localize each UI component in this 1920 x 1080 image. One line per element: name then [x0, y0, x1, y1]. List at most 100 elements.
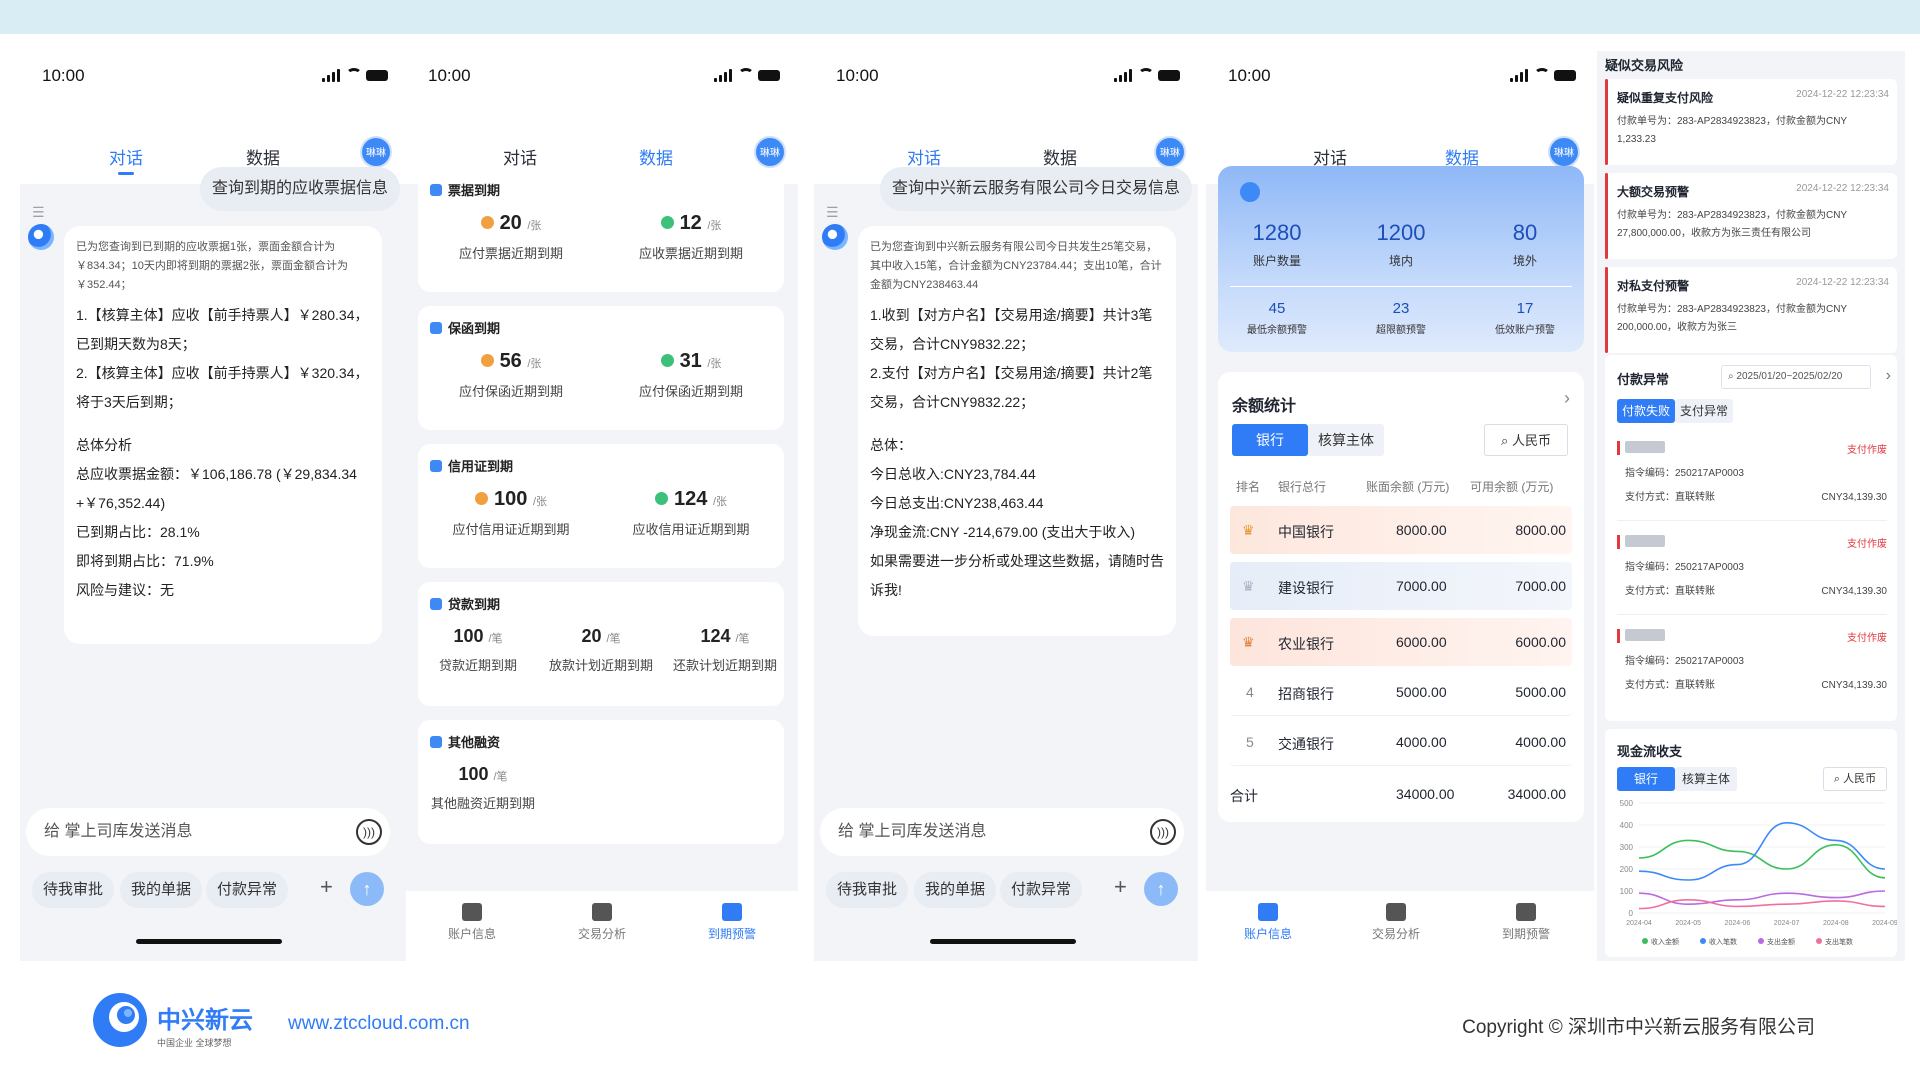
- account-overview-card[interactable]: 1280 账户数量 1200 境内 80 境外 45 最低余额预警 23 超限额预警 17…: [1218, 166, 1584, 352]
- tab-chat[interactable]: 对话: [490, 144, 550, 169]
- stat-item: 56 /张 应付保函近期到期: [426, 350, 596, 400]
- tab-bank[interactable]: 银行: [1617, 767, 1675, 791]
- risk-time: 2024-12-22 12:23:34: [1796, 277, 1889, 288]
- payment-item[interactable]: 支付作废 指令编码：250217AP0003 支付方式：直联转账 CNY34,1…: [1617, 435, 1887, 521]
- risk-marker: [1605, 79, 1608, 165]
- plus-icon[interactable]: +: [320, 874, 333, 900]
- nav-transaction-analysis[interactable]: 交易分析: [1356, 903, 1436, 942]
- message-input-placeholder: 给 掌上司库发送消息: [838, 823, 987, 840]
- chip-pending-approval[interactable]: 待我审批: [826, 872, 909, 908]
- tab-chat[interactable]: 对话: [894, 144, 954, 175]
- chevron-right-icon[interactable]: ›: [1886, 367, 1891, 385]
- payment-item[interactable]: 支付作废 指令编码：250217AP0003 支付方式：直联转账 CNY34,1…: [1617, 529, 1887, 615]
- cashflow-line-chart[interactable]: 500 400 300 200 100 0 2024-04 2024-05 2024-06 202…: [1605, 795, 1897, 955]
- seg-accounting-entity[interactable]: 核算主体: [1308, 424, 1384, 456]
- tab-data[interactable]: 数据: [626, 144, 686, 175]
- stat-unit: /张: [707, 358, 722, 370]
- payment-item[interactable]: 支付作废 指令编码：250217AP0003 支付方式：直联转账 CNY34,1…: [1617, 623, 1887, 709]
- stat-label: 最低余额预警: [1247, 325, 1307, 336]
- voice-icon[interactable]: ))): [356, 819, 382, 845]
- chip-my-documents[interactable]: 我的单据: [120, 872, 203, 908]
- y-tick-label: 300: [1620, 843, 1634, 852]
- tab-chat[interactable]: 对话: [96, 144, 156, 175]
- card-guarantee-maturity[interactable]: 保函到期 56 /张 应付保函近期到期 31 /张 应付保函近期到期: [418, 306, 784, 430]
- seg-bank[interactable]: 银行: [1232, 424, 1308, 456]
- message-input[interactable]: 给 掌上司库发送消息 ))): [820, 808, 1184, 856]
- plus-icon[interactable]: +: [1114, 874, 1127, 900]
- table-row[interactable]: ♛ 农业银行 6000.00 6000.00: [1230, 618, 1572, 666]
- card-title: 票据到期: [448, 183, 501, 198]
- risk-card[interactable]: 大额交易预警 2024-12-22 12:23:34 付款单号为：283-AP2…: [1605, 173, 1897, 259]
- avatar[interactable]: 琳琳: [1548, 136, 1580, 168]
- avatar[interactable]: 琳琳: [1154, 136, 1186, 168]
- chevron-right-icon[interactable]: ›: [1564, 388, 1570, 409]
- card-lc-maturity[interactable]: 信用证到期 100 /张 应付信用证近期到期 124 /张 应收信用证近期到期: [418, 444, 784, 568]
- chip-payment-exception[interactable]: 付款异常: [206, 872, 289, 908]
- risk-title: 大额交易预警: [1617, 185, 1690, 199]
- table-row[interactable]: ♛ 中国银行 8000.00 8000.00: [1230, 506, 1572, 554]
- status-bar: 10:00: [1206, 34, 1594, 114]
- message-input[interactable]: 给 掌上司库发送消息 ))): [26, 808, 390, 856]
- card-loan-maturity[interactable]: 贷款到期 100 /笔 贷款近期到期 20 /笔 放款计划近期到期 124 /笔…: [418, 582, 784, 706]
- home-indicator: [136, 939, 282, 944]
- reply-line: 总应收票据金额：￥106,186.78 (￥29,834.34: [76, 466, 357, 482]
- menu-icon[interactable]: ☰: [826, 204, 840, 221]
- send-button[interactable]: ↑: [1144, 872, 1178, 906]
- status-bar: 10:00: [814, 34, 1198, 114]
- voice-icon[interactable]: ))): [1150, 819, 1176, 845]
- stat-unit: /张: [527, 358, 542, 370]
- date-range-picker[interactable]: ⌕ 2025/01/20~2025/02/20: [1721, 365, 1871, 389]
- chip-my-documents[interactable]: 我的单据: [914, 872, 997, 908]
- cell-rank: 4: [1246, 684, 1254, 700]
- date-range-text: 2025/01/20~2025/02/20: [1736, 371, 1843, 382]
- website-link[interactable]: www.ztccloud.com.cn: [288, 1013, 470, 1035]
- risk-marker: [1605, 267, 1608, 353]
- avatar[interactable]: 琳琳: [754, 136, 786, 168]
- menu-icon[interactable]: ☰: [32, 204, 46, 221]
- risk-card[interactable]: 对私支付预警 2024-12-22 12:23:34 付款单号为：283-AP2…: [1605, 267, 1897, 353]
- tab-payment-failed[interactable]: 付款失败: [1617, 399, 1675, 423]
- payment-exception-card: 付款异常 ⌕ 2025/01/20~2025/02/20 › 付款失败 支付异常…: [1605, 355, 1897, 721]
- currency-select[interactable]: ⌕ 人民币: [1823, 767, 1887, 791]
- code-label: 指令编码：: [1625, 468, 1675, 479]
- card-title: 贷款到期: [448, 597, 501, 612]
- nav-maturity-alert[interactable]: 到期预警: [692, 903, 772, 942]
- series-line: [1638, 821, 1886, 881]
- reply-line: 风险与建议：无: [76, 582, 174, 598]
- y-tick-label: 500: [1620, 799, 1634, 808]
- stat-value: 100: [453, 626, 484, 646]
- tab-data[interactable]: 数据: [233, 144, 293, 169]
- nav-account-info[interactable]: 账户信息: [432, 903, 512, 942]
- table-row[interactable]: ♛ 建设银行 7000.00 7000.00: [1230, 562, 1572, 610]
- stat-unit: /张: [532, 496, 547, 508]
- header-bank: 银行总行: [1278, 480, 1327, 494]
- tab-data[interactable]: 数据: [1030, 144, 1090, 169]
- table-row[interactable]: 5 交通银行 4000.00 4000.00: [1230, 718, 1572, 766]
- x-tick-label: 2024-06: [1725, 920, 1751, 927]
- card-bills-maturity[interactable]: 票据到期 20 /张 应付票据近期到期 12 /张 应收票据近期到期: [418, 168, 784, 292]
- top-band: [0, 0, 1920, 34]
- nav-transaction-analysis[interactable]: 交易分析: [562, 903, 642, 942]
- chip-payment-exception[interactable]: 付款异常: [1000, 872, 1083, 908]
- nav-account-info[interactable]: 账户信息: [1228, 903, 1308, 942]
- card-other-financing[interactable]: 其他融资 100 /笔 其他融资近期到期: [418, 720, 784, 844]
- stat-label: 贷款近期到期: [438, 658, 517, 673]
- x-tick-label: 2024-04: [1626, 920, 1652, 927]
- stat-value: 80: [1512, 220, 1538, 245]
- tab-accounting-entity[interactable]: 核算主体: [1675, 767, 1737, 791]
- send-button[interactable]: ↑: [350, 872, 384, 906]
- tab-payment-exception[interactable]: 支付异常: [1675, 399, 1733, 423]
- stat-value: 17: [1516, 300, 1534, 317]
- nav-maturity-alert[interactable]: 到期预警: [1486, 903, 1566, 942]
- cell-book: 8000.00: [1396, 522, 1447, 538]
- alarm-icon: [1516, 903, 1536, 921]
- currency-select[interactable]: ⌕ 人民币: [1484, 424, 1568, 456]
- payment-status: 支付作废: [1847, 633, 1887, 644]
- table-row[interactable]: 4 招商银行 5000.00 5000.00: [1230, 668, 1572, 716]
- reply-line: 1.收到【对方户名】【交易用途/摘要】共计3笔: [870, 307, 1153, 323]
- chip-pending-approval[interactable]: 待我审批: [32, 872, 115, 908]
- risk-card[interactable]: 疑似重复支付风险 2024-12-22 12:23:34 付款单号为：283-A…: [1605, 79, 1897, 165]
- avatar[interactable]: 琳琳: [360, 136, 392, 168]
- loan-icon: [430, 598, 442, 610]
- status-time: 10:00: [1228, 66, 1271, 85]
